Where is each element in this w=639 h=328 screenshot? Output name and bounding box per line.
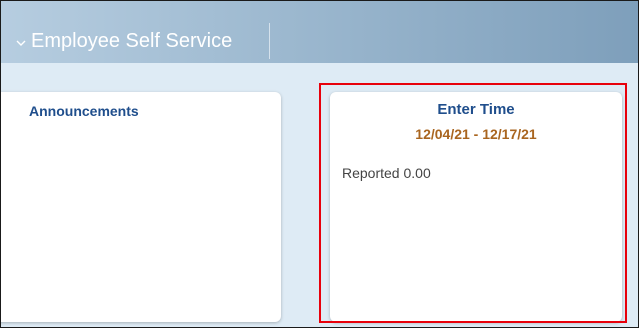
homepage-title: Employee Self Service	[31, 29, 233, 52]
homepage-selector[interactable]: Employee Self Service	[15, 23, 232, 59]
pay-period-dates: 12/04/21 - 12/17/21	[415, 126, 537, 142]
announcements-tile[interactable]: Announcements	[1, 92, 281, 322]
header-divider	[269, 23, 270, 59]
announcements-tile-title: Announcements	[29, 103, 139, 119]
reported-hours: Reported 0.00	[342, 165, 431, 181]
chevron-down-icon	[16, 40, 26, 46]
enter-time-tile-title: Enter Time	[437, 101, 515, 118]
header-bar: Employee Self Service	[1, 1, 638, 63]
enter-time-tile[interactable]: Enter Time 12/04/21 - 12/17/21 Reported …	[330, 92, 622, 322]
app-window: Employee Self Service Announcements Ente…	[0, 0, 639, 328]
